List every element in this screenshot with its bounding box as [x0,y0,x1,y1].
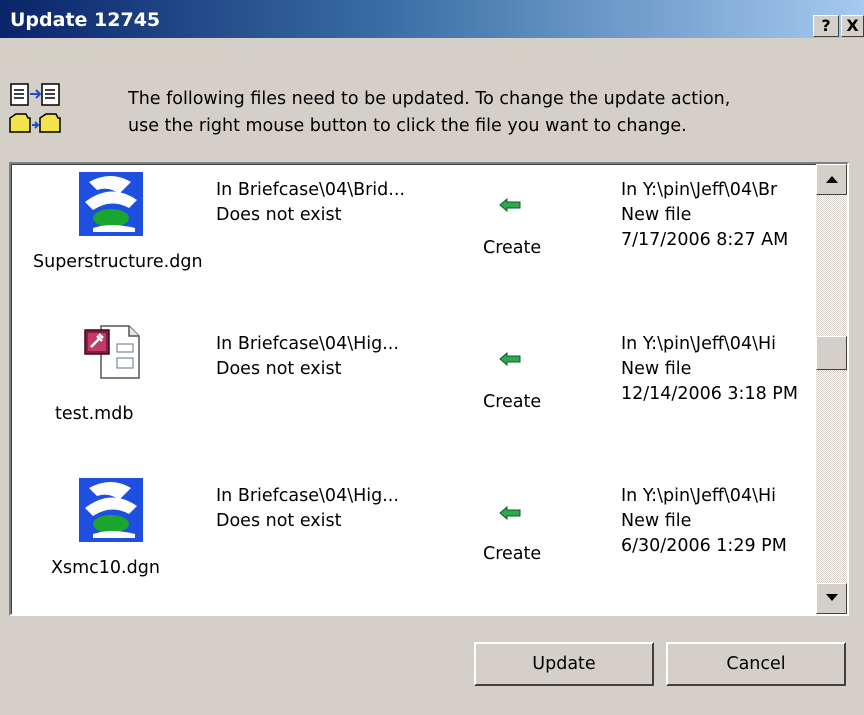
destination-path: In Y:\pin\Jeff\04\Br [621,180,778,200]
destination-date: 7/17/2006 8:27 AM [621,230,789,250]
briefcase-info: In Briefcase\04\Hig... Does not exist [216,484,399,534]
update-button[interactable]: Update [474,642,654,686]
briefcase-info: In Briefcase\04\Hig... Does not exist [216,332,399,382]
destination-date: 6/30/2006 1:29 PM [621,536,787,556]
briefcase-path: In Briefcase\04\Hig... [216,334,399,354]
scrollbar-thumb[interactable] [816,336,847,370]
destination-info: In Y:\pin\Jeff\04\Br New file 7/17/2006 … [621,178,816,253]
window-title: Update 12745 [10,9,161,31]
list-item[interactable]: Xsmc10.dgn In Briefcase\04\Hig... Does n… [11,470,816,614]
left-arrow-icon [499,506,521,520]
file-name: test.mdb [55,404,134,424]
destination-status: New file [621,511,692,531]
scroll-down-button[interactable] [816,583,847,614]
destination-path: In Y:\pin\Jeff\04\Hi [621,486,776,506]
instructions-line-1: The following files need to be updated. … [128,89,731,109]
destination-path: In Y:\pin\Jeff\04\Hi [621,334,776,354]
destination-info: In Y:\pin\Jeff\04\Hi New file 12/14/2006… [621,332,816,407]
briefcase-status: Does not exist [216,359,342,379]
help-button[interactable]: ? [813,15,839,37]
instructions-text: The following files need to be updated. … [128,86,848,140]
title-bar: Update 12745 ? X [0,0,864,38]
update-action[interactable]: Create [483,544,541,564]
scroll-up-button[interactable] [816,164,847,195]
destination-status: New file [621,359,692,379]
dgn-file-icon [79,478,143,542]
file-name: Superstructure.dgn [33,252,203,272]
list-item[interactable]: test.mdb In Briefcase\04\Hig... Does not… [11,316,816,466]
update-action[interactable]: Create [483,392,541,412]
close-button[interactable]: X [841,15,864,37]
instructions-line-2: use the right mouse button to click the … [128,116,687,136]
access-db-file-icon [84,325,140,379]
briefcase-status: Does not exist [216,205,342,225]
briefcase-update-icon [9,83,61,133]
arrow-down-icon [826,594,838,601]
file-name: Xsmc10.dgn [51,558,160,578]
dgn-file-icon [79,172,143,236]
destination-status: New file [621,205,692,225]
update-action[interactable]: Create [483,238,541,258]
file-list[interactable]: Superstructure.dgn In Briefcase\04\Brid.… [9,162,849,616]
briefcase-info: In Briefcase\04\Brid... Does not exist [216,178,405,228]
briefcase-path: In Briefcase\04\Hig... [216,486,399,506]
arrow-up-icon [826,176,838,183]
destination-date: 12/14/2006 3:18 PM [621,384,798,404]
list-item[interactable]: Superstructure.dgn In Briefcase\04\Brid.… [11,164,816,314]
briefcase-status: Does not exist [216,511,342,531]
left-arrow-icon [499,198,521,212]
left-arrow-icon [499,352,521,366]
cancel-button[interactable]: Cancel [666,642,846,686]
destination-info: In Y:\pin\Jeff\04\Hi New file 6/30/2006 … [621,484,816,559]
vertical-scrollbar[interactable] [816,164,847,614]
briefcase-path: In Briefcase\04\Brid... [216,180,405,200]
